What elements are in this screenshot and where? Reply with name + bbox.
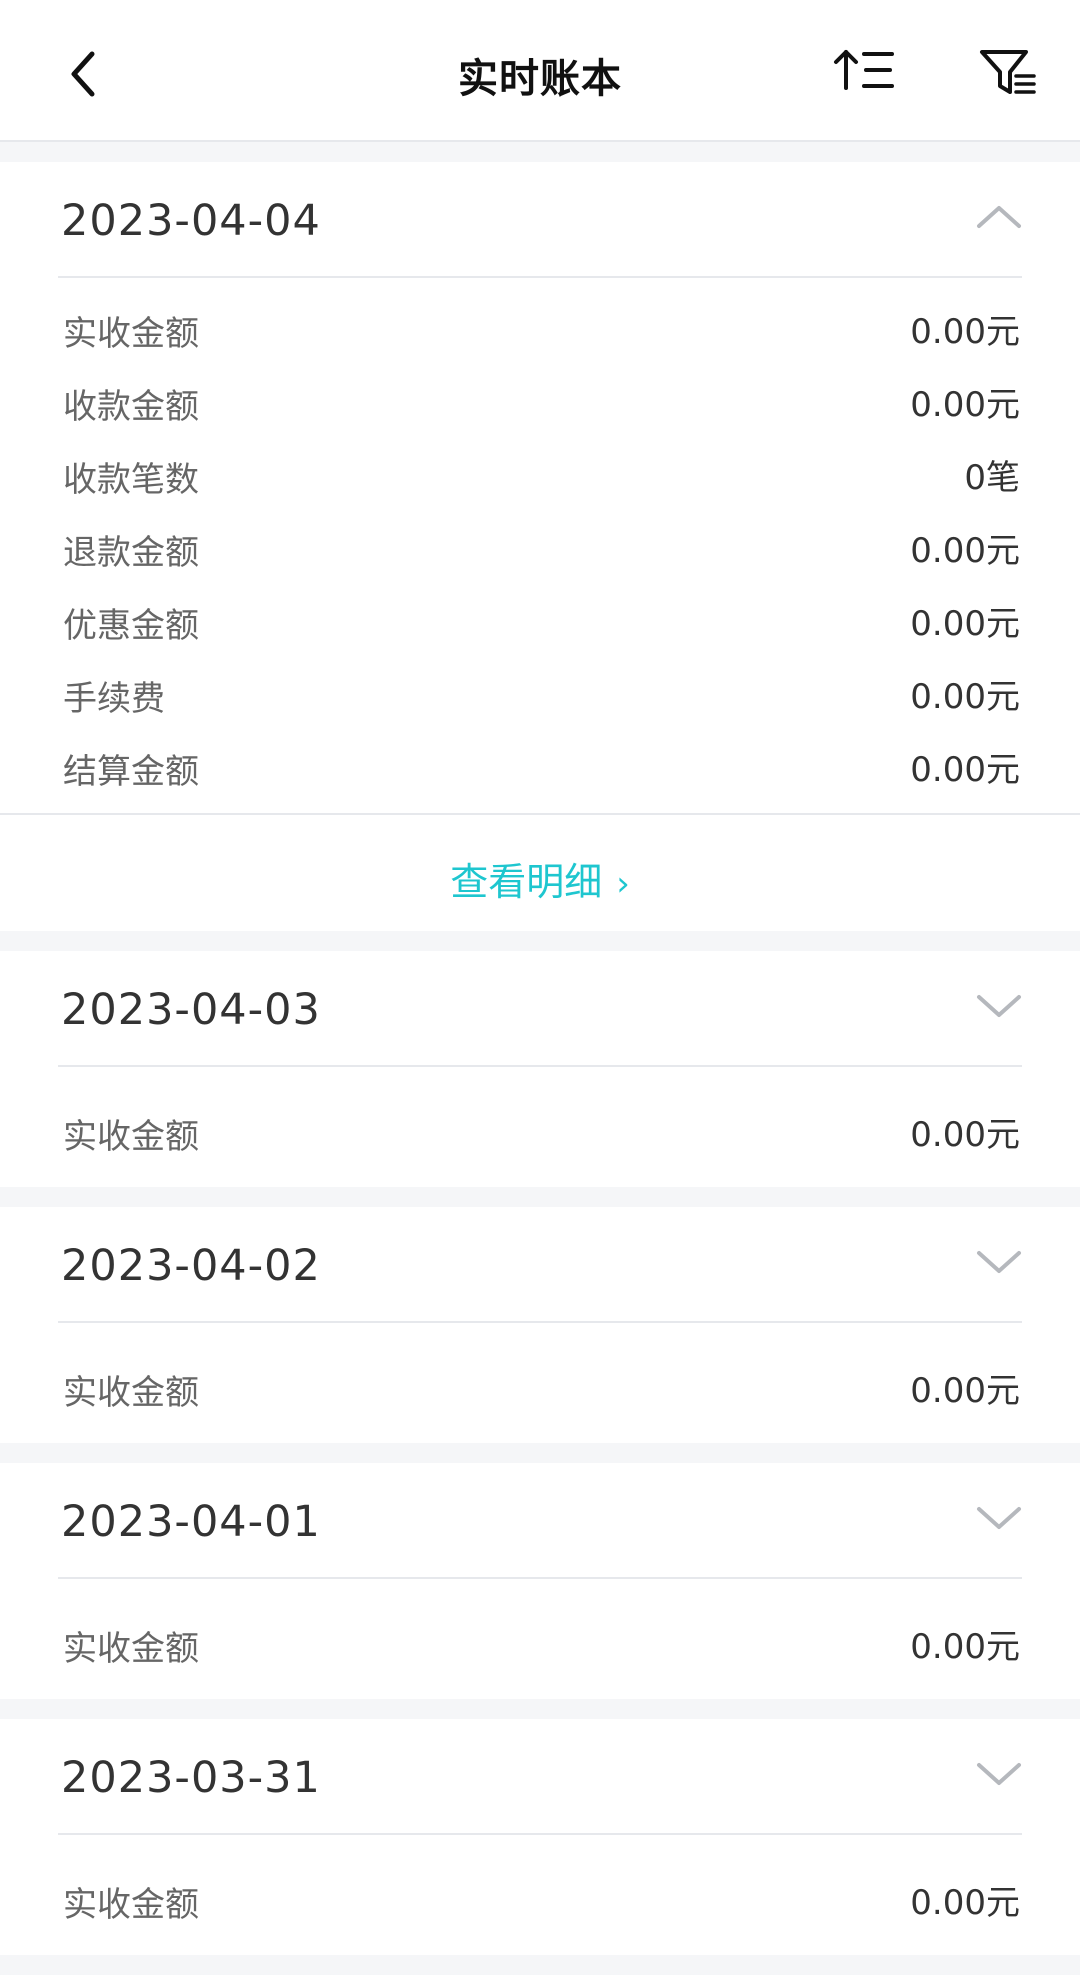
row-label: 实收金额 [63, 1373, 199, 1413]
row-value: 0.00元 [910, 1371, 1020, 1411]
row-value: 0.00元 [910, 1627, 1020, 1667]
row-value: 0.00元 [910, 312, 1020, 352]
view-details-link[interactable]: 查看明细 › [0, 813, 1080, 931]
day-summary: 实收金额 0.00元 [0, 1579, 1080, 1699]
top-bar: 实时账本 [0, 0, 1080, 142]
row-value: 0.00元 [910, 750, 1020, 790]
chevron-down-icon [977, 1251, 1021, 1273]
summary-row: 退款金额 0.00元 [58, 509, 1022, 582]
row-value: 0.00元 [910, 1883, 1020, 1923]
row-value: 0.00元 [910, 1115, 1020, 1155]
summary-row: 实收金额 0.00元 [58, 1593, 1022, 1683]
row-label: 收款笔数 [63, 460, 199, 500]
sort-button[interactable] [832, 46, 898, 96]
summary-row: 优惠金额 0.00元 [58, 582, 1022, 655]
day-date: 2023-03-31 [61, 1753, 321, 1803]
filter-icon [980, 50, 1036, 94]
day-header[interactable]: 2023-04-02 [58, 1207, 1022, 1323]
day-summary: 实收金额 0.00元 [0, 1323, 1080, 1443]
day-header[interactable]: 2023-03-31 [58, 1719, 1022, 1835]
chevron-up-icon [977, 206, 1021, 228]
row-label: 优惠金额 [63, 606, 199, 646]
day-summary: 实收金额 0.00元 [0, 1067, 1080, 1187]
summary-row: 收款金额 0.00元 [58, 363, 1022, 436]
chevron-right-icon: › [616, 864, 630, 904]
row-value: 0.00元 [910, 531, 1020, 571]
day-card: 2023-04-03 实收金额 0.00元 [0, 951, 1080, 1187]
day-header[interactable]: 2023-04-04 [58, 162, 1022, 278]
summary-row: 收款笔数 0笔 [58, 436, 1022, 509]
summary-row: 实收金额 0.00元 [58, 1849, 1022, 1939]
row-label: 结算金额 [63, 752, 199, 792]
filter-button[interactable] [978, 46, 1038, 98]
row-label: 退款金额 [63, 533, 199, 573]
chevron-down-icon [977, 995, 1021, 1017]
day-summary: 实收金额 0.00元 收款金额 0.00元 收款笔数 0笔 退款金额 0.00元… [0, 278, 1080, 805]
day-card: 2023-04-01 实收金额 0.00元 [0, 1463, 1080, 1699]
day-header[interactable]: 2023-04-03 [58, 951, 1022, 1067]
row-label: 实收金额 [63, 1117, 199, 1157]
sort-ascending-icon [834, 50, 894, 90]
row-value: 0.00元 [910, 604, 1020, 644]
row-label: 收款金额 [63, 387, 199, 427]
ledger-list: 2023-04-04 实收金额 0.00元 收款金额 0.00元 收款笔数 0笔… [0, 162, 1080, 1975]
row-label: 实收金额 [63, 1629, 199, 1669]
summary-row: 实收金额 0.00元 [58, 290, 1022, 363]
row-label: 实收金额 [63, 1885, 199, 1925]
chevron-down-icon [977, 1507, 1021, 1529]
summary-row: 结算金额 0.00元 [58, 728, 1022, 801]
row-label: 手续费 [63, 679, 165, 719]
day-date: 2023-04-04 [61, 196, 321, 246]
day-header[interactable]: 2023-04-01 [58, 1463, 1022, 1579]
day-date: 2023-04-02 [61, 1241, 321, 1291]
row-label: 实收金额 [63, 314, 199, 354]
summary-row: 实收金额 0.00元 [58, 1081, 1022, 1171]
chevron-down-icon [977, 1763, 1021, 1785]
day-summary: 实收金额 0.00元 [0, 1835, 1080, 1955]
row-value: 0.00元 [910, 677, 1020, 717]
summary-row: 实收金额 0.00元 [58, 1337, 1022, 1427]
day-date: 2023-04-03 [61, 985, 321, 1035]
row-value: 0笔 [964, 458, 1020, 498]
view-details-label: 查看明细 [450, 860, 603, 904]
day-date: 2023-04-01 [61, 1497, 321, 1547]
page-title: 实时账本 [458, 56, 622, 102]
day-card: 2023-04-04 实收金额 0.00元 收款金额 0.00元 收款笔数 0笔… [0, 162, 1080, 931]
summary-row: 手续费 0.00元 [58, 655, 1022, 728]
row-value: 0.00元 [910, 385, 1020, 425]
day-card: 2023-04-02 实收金额 0.00元 [0, 1207, 1080, 1443]
